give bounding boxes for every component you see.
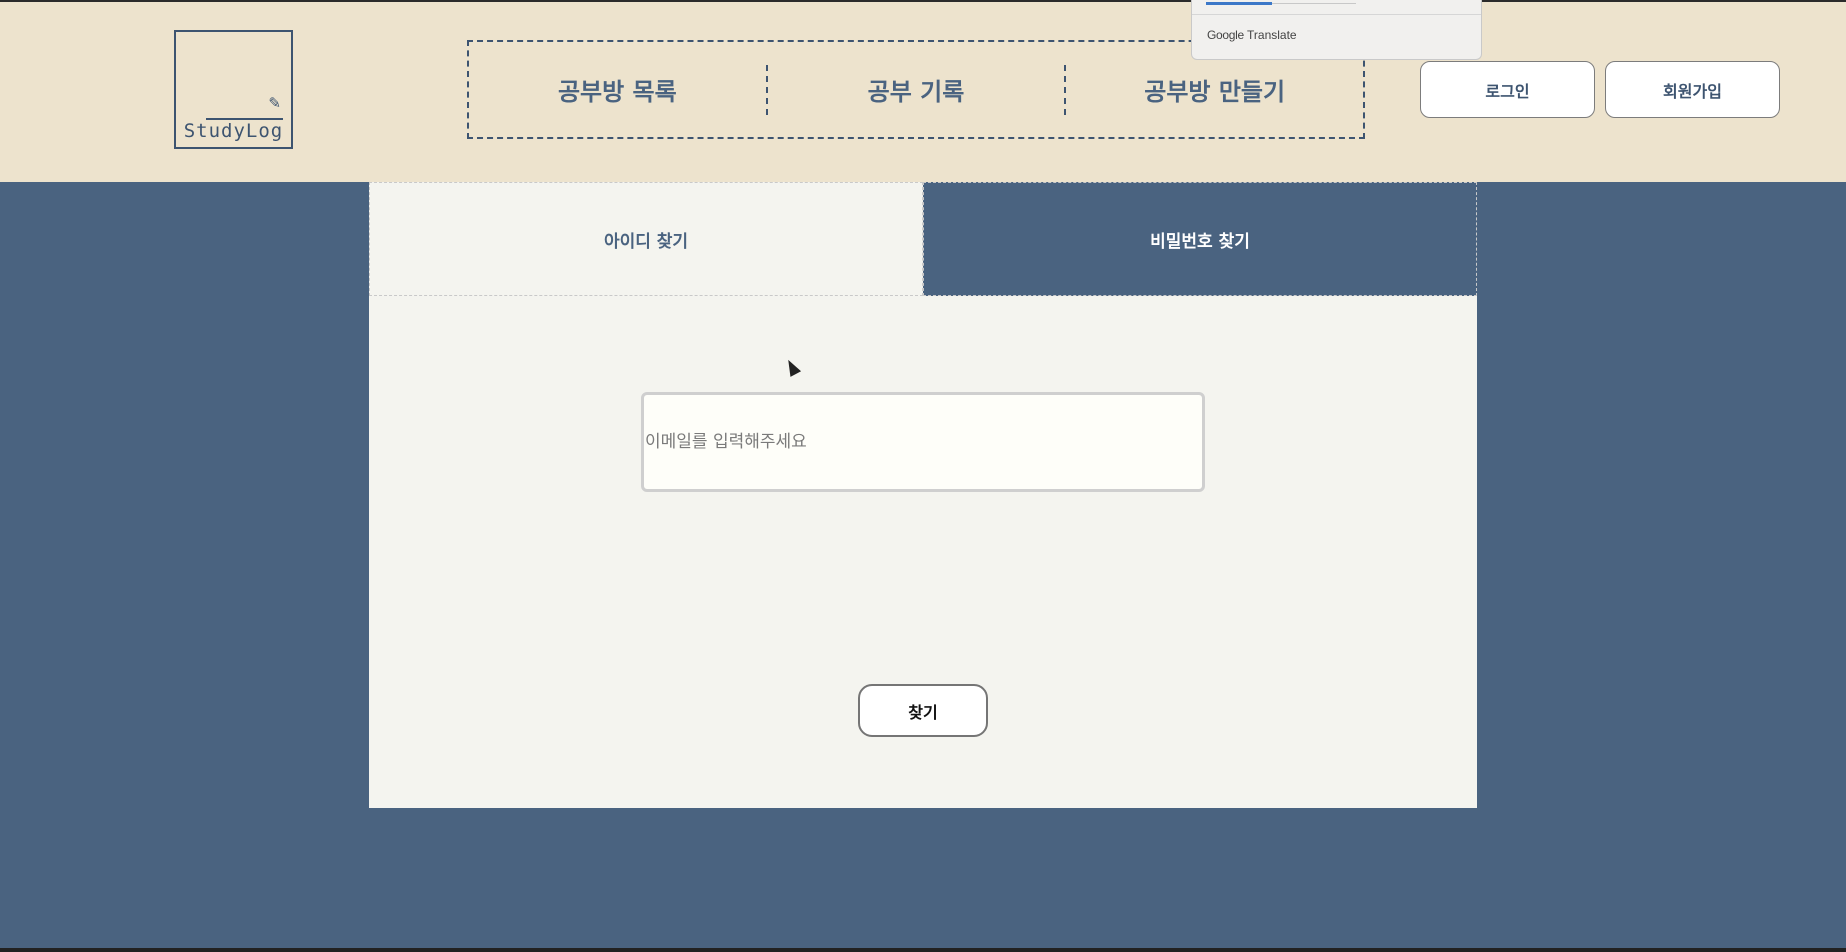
tab-find-password[interactable]: 비밀번호 찾기 xyxy=(923,182,1477,296)
popup-divider xyxy=(1192,14,1481,15)
find-account-tabs: 아이디 찾기 비밀번호 찾기 xyxy=(369,182,1477,296)
nav-study-record[interactable]: 공부 기록 xyxy=(768,72,1065,107)
window-bottom-edge xyxy=(0,948,1846,952)
translate-label: Translate xyxy=(1247,28,1297,42)
login-button[interactable]: 로그인 xyxy=(1420,61,1595,118)
pencil-icon: ✎ xyxy=(268,94,281,112)
studylog-logo[interactable]: ✎ StudyLog xyxy=(174,30,293,149)
site-header: ✎ StudyLog 공부방 목록 공부 기록 공부방 만들기 로그인 회원가입 xyxy=(0,0,1846,182)
nav-study-room-list[interactable]: 공부방 목록 xyxy=(469,72,766,107)
google-brand: Google xyxy=(1207,28,1244,42)
translate-progress-bar xyxy=(1206,2,1272,5)
signup-button[interactable]: 회원가입 xyxy=(1605,61,1780,118)
logo-text: StudyLog xyxy=(183,120,284,142)
tab-find-id[interactable]: 아이디 찾기 xyxy=(369,182,923,296)
google-translate-label[interactable]: Google Translate xyxy=(1207,28,1297,42)
nav-create-study-room[interactable]: 공부방 만들기 xyxy=(1066,72,1363,107)
find-id-panel: 찾기 xyxy=(369,296,1477,808)
find-button[interactable]: 찾기 xyxy=(858,684,988,737)
google-translate-popup: Google Translate xyxy=(1191,0,1482,60)
translate-progress-track xyxy=(1272,3,1356,4)
email-input[interactable] xyxy=(641,392,1205,492)
